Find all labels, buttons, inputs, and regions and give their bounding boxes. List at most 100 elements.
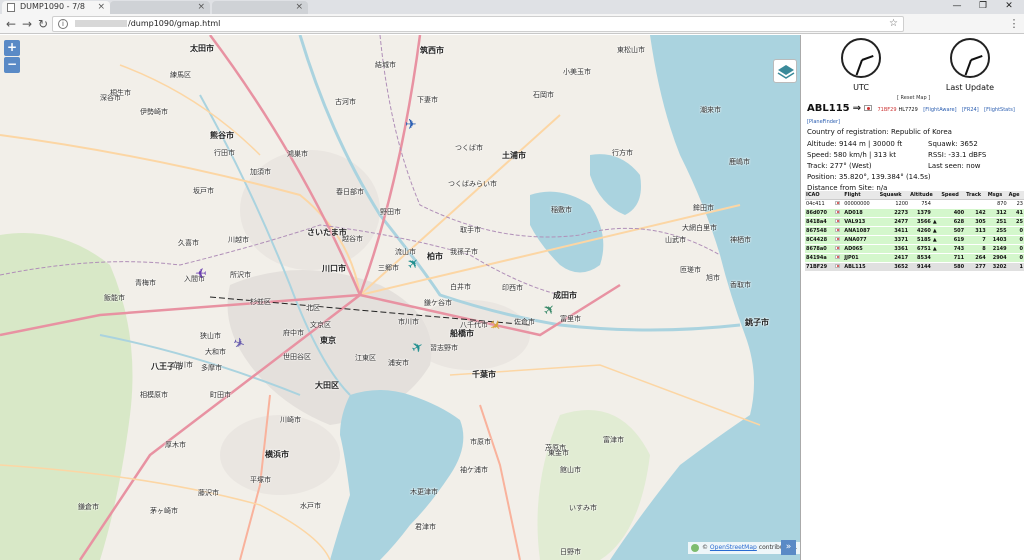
aircraft-table-row[interactable]: 86d070 AD018 2273 1379 400 142 312 41: [805, 208, 1024, 218]
map-place-label: 坂戸市: [193, 187, 214, 195]
sidebar: UTC Last Update [ Reset Map ] ABL115 ⇒ 71…: [800, 35, 1024, 560]
last-update-clock: [950, 38, 990, 78]
map-view[interactable]: 太田市 結城市 筑西市 下妻市 古河市 つくば市 土浦市 石岡市 小美玉市 行方市 つくばみらい市春…: [0, 35, 800, 560]
aircraft-table-row[interactable]: 8678a0 AD065 3361 6751 ▲ 743 8 2149 0: [805, 244, 1024, 254]
map-place-label: 平塚市: [250, 476, 271, 484]
aircraft-table-row[interactable]: 84194a JJP01 2417 8534 711 264 2904 0: [805, 253, 1024, 263]
country-flag-icon: [835, 219, 841, 223]
reset-map-button[interactable]: [ Reset Map ]: [897, 95, 930, 101]
tab-dump1090[interactable]: DUMP1090 - 7/8 ×: [2, 1, 110, 14]
close-window-icon[interactable]: ✕: [996, 0, 1022, 14]
col-track[interactable]: Track: [965, 191, 987, 200]
cell-squawk: 2273: [878, 208, 910, 218]
page-icon: [7, 3, 15, 12]
map-place-label: 古河市: [335, 98, 356, 106]
site-info-icon[interactable]: i: [58, 19, 68, 29]
map-place-label: 旭市: [706, 274, 720, 282]
cell-age: 0: [1007, 226, 1024, 236]
aircraft-table-row[interactable]: 8418a4 VAL913 2477 3566 ▲ 628 305 251 25: [805, 217, 1024, 227]
col-speed[interactable]: Speed: [940, 191, 966, 200]
col-squawk[interactable]: Squawk: [878, 191, 910, 200]
aircraft-table-row[interactable]: 867548 ANA1087 3411 4260 ▲ 507 313 255 0: [805, 226, 1024, 236]
restore-window-icon[interactable]: ❐: [970, 0, 996, 14]
map-place-label: 川越市: [228, 236, 249, 244]
cell-flight: VAL913: [843, 217, 879, 227]
cell-altitude: 8534: [909, 253, 932, 263]
map-place-label: 太田市: [190, 44, 214, 53]
aircraft-marker-selected[interactable]: ✈: [195, 264, 207, 280]
expand-sidebar-button[interactable]: »: [781, 540, 796, 555]
map-place-label: 富津市: [603, 436, 624, 444]
menu-icon[interactable]: ⋮: [1006, 16, 1022, 32]
map-place-label: 相模原市: [140, 391, 168, 399]
col-msgs[interactable]: Msgs: [986, 191, 1008, 200]
map-place-label: いすみ市: [569, 504, 597, 512]
col-flight[interactable]: Flight: [843, 191, 879, 200]
cell-flag: [834, 217, 844, 227]
cell-flight: AD065: [843, 244, 879, 254]
map-place-label: 加須市: [250, 168, 271, 176]
map-place-label: 鎌倉市: [78, 503, 99, 511]
col-icao[interactable]: ICAO: [805, 191, 835, 200]
aircraft-table-row[interactable]: 04c411 00000000 1200 754 870 23: [805, 199, 1024, 209]
map-place-label: 文京区: [310, 321, 331, 329]
map-place-label: 館山市: [560, 466, 581, 474]
map-place-label: 厚木市: [165, 441, 186, 449]
cell-track: 305: [965, 217, 987, 227]
openstreetmap-link[interactable]: OpenStreetMap: [710, 544, 757, 551]
flightaware-link[interactable]: [FlightAware]: [923, 107, 956, 113]
hex-code: 71BF29: [877, 107, 897, 113]
fr24-link[interactable]: [FR24]: [962, 107, 979, 113]
aircraft-table-header: ICAO Flight Squawk Altitude Speed Track …: [805, 191, 1024, 200]
map-place-label: 春日部市: [336, 188, 364, 196]
cell-track: 264: [965, 253, 987, 263]
cell-icao: 8C4428: [805, 235, 835, 245]
cell-age: 23: [1007, 199, 1024, 209]
cell-flight: ANA077: [843, 235, 879, 245]
aircraft-table-row[interactable]: 71BF29 ABL115 3652 9144 580 277 3202 1: [805, 262, 1024, 272]
bookmark-star-icon[interactable]: ☆: [889, 17, 898, 31]
col-flag[interactable]: [834, 191, 844, 200]
zoom-out-button[interactable]: −: [4, 57, 20, 73]
cell-flight: AD018: [843, 208, 879, 218]
aircraft-marker[interactable]: ✈: [405, 118, 417, 132]
forward-icon[interactable]: →: [19, 16, 35, 32]
cell-altitude: 6751: [909, 244, 932, 254]
close-tab-icon[interactable]: ×: [97, 1, 105, 13]
cell-speed: 711: [940, 253, 966, 263]
flightstats-link[interactable]: [FlightStats]: [984, 107, 1015, 113]
planefinder-link[interactable]: [PlaneFinder]: [807, 119, 840, 125]
map-place-label: 北区: [306, 304, 320, 312]
country-flag-icon: [835, 237, 841, 241]
map-place-label: 船橋市: [450, 329, 474, 338]
back-icon[interactable]: ←: [3, 16, 19, 32]
col-altitude[interactable]: Altitude: [909, 191, 941, 200]
map-place-label: 東松山市: [617, 46, 645, 54]
map-place-label: 三郷市: [378, 264, 399, 272]
cell-altitude: 5185: [909, 235, 932, 245]
cell-track: 277: [965, 262, 987, 272]
map-place-label: 白井市: [450, 283, 471, 291]
map-place-label: 鉾田市: [693, 204, 714, 212]
cell-squawk: 1200: [878, 199, 910, 209]
tab-3[interactable]: ×: [212, 1, 308, 14]
col-age[interactable]: Age: [1007, 191, 1024, 200]
aircraft-table-row[interactable]: 8C4428 ANA077 3371 5185 ▲ 619 7 1403 0: [805, 235, 1024, 245]
cell-age: 41: [1007, 208, 1024, 218]
utc-clock-label: UTC: [853, 83, 869, 92]
layers-button[interactable]: [773, 59, 797, 83]
zoom-in-button[interactable]: +: [4, 40, 20, 56]
tab-2[interactable]: ×: [110, 1, 210, 14]
reload-icon[interactable]: ↻: [35, 16, 51, 32]
close-tab-icon[interactable]: ×: [295, 1, 303, 13]
minimize-window-icon[interactable]: —: [944, 0, 970, 14]
url-input[interactable]: i /dump1090/gmap.html ☆: [52, 16, 904, 32]
squawk-info: Squawk: 3652: [928, 140, 978, 148]
map-place-label: 大網白里市: [682, 224, 717, 232]
clock-hour-hand: [970, 54, 983, 61]
cell-track: 313: [965, 226, 987, 236]
cell-speed: 743: [940, 244, 966, 254]
map-place-label: 大和市: [205, 348, 226, 356]
close-tab-icon[interactable]: ×: [197, 1, 205, 13]
map-place-label: 富里市: [560, 315, 581, 323]
